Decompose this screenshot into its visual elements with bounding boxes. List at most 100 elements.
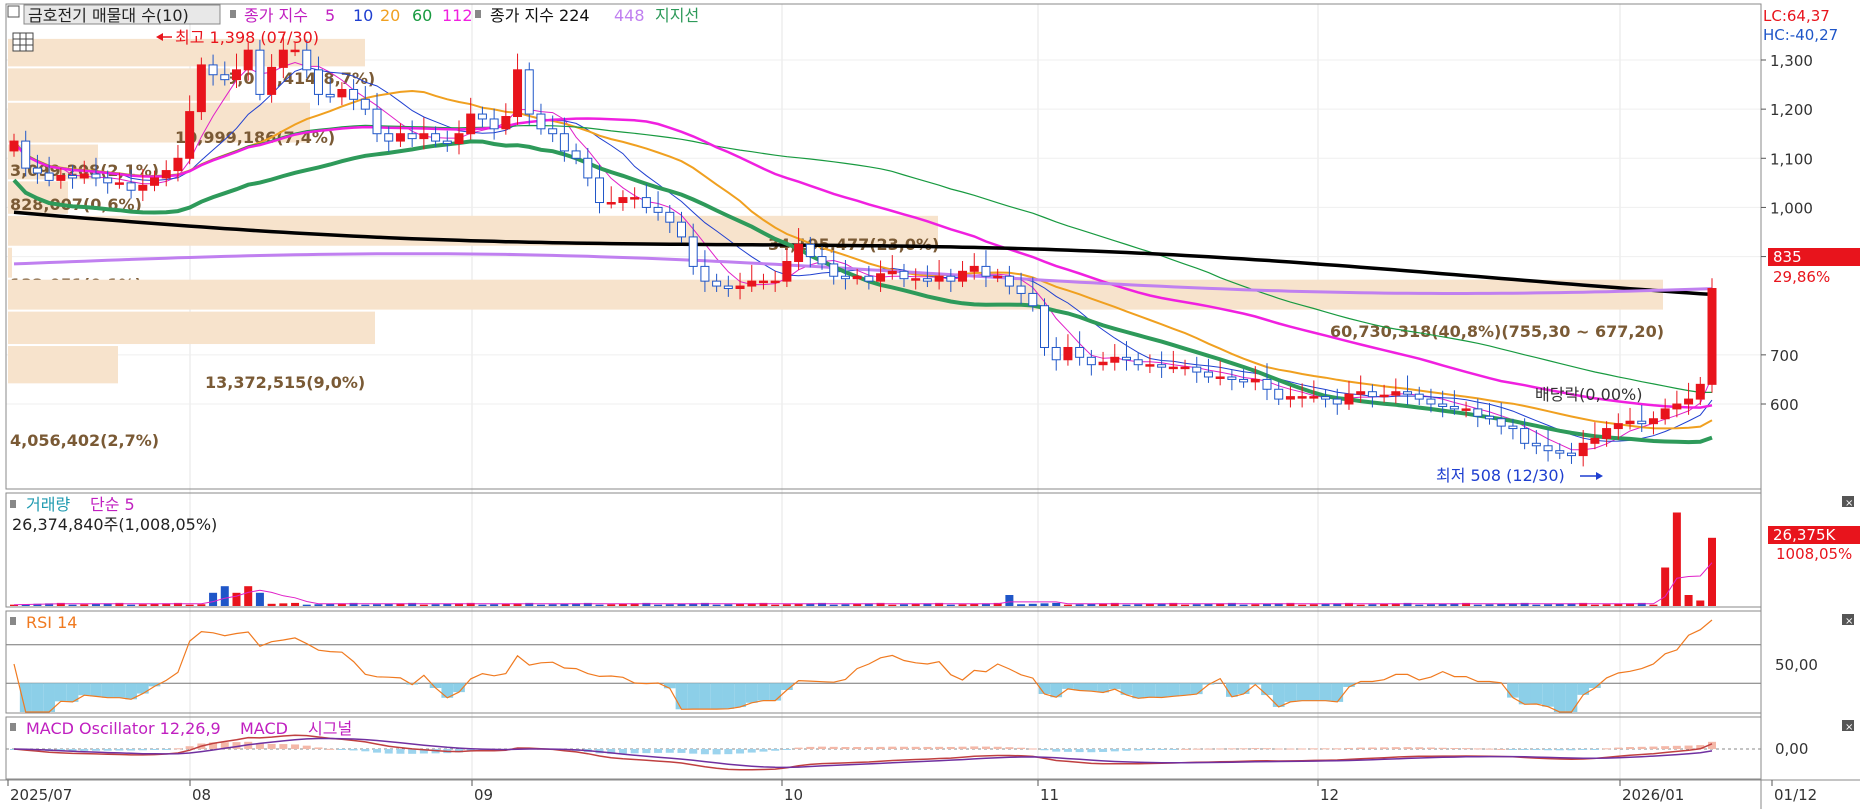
- volume-bar-90: [1063, 604, 1072, 606]
- macd-histogram-bar-119: [1403, 747, 1412, 749]
- macd-histogram-bar-93: [1099, 749, 1108, 752]
- macd-histogram-bar-92: [1087, 749, 1096, 753]
- rsi-oversold-fill-11: [136, 683, 149, 694]
- volume-bar-86: [1017, 604, 1026, 606]
- rsi-oversold-fill-112: [1319, 683, 1332, 701]
- candle-body-120: [1414, 393, 1424, 400]
- candle-body-36: [431, 133, 441, 142]
- rsi-oversold-fill-92: [1085, 683, 1098, 692]
- candle-body-3: [44, 172, 54, 181]
- candle-body-77: [911, 278, 921, 281]
- macd-histogram-bar-8: [103, 749, 112, 751]
- macd-histogram-bar-111: [1309, 748, 1318, 750]
- rsi-oversold-fill-107: [1261, 683, 1273, 696]
- macd-histogram-bar-61: [724, 749, 733, 755]
- candle-body-24: [290, 49, 300, 53]
- macd-histogram-bar-102: [1204, 748, 1213, 750]
- macd-histogram-bar-27: [326, 748, 335, 750]
- macd-histogram-bar-125: [1473, 748, 1482, 750]
- candle-body-20: [243, 49, 253, 71]
- volume-badge-value: 26,375K: [1773, 526, 1836, 544]
- legend-ma10: 10: [353, 6, 373, 25]
- macd-histogram-bar-95: [1122, 749, 1131, 751]
- macd-histogram-bar-132: [1555, 749, 1564, 751]
- candle-body-74: [876, 273, 886, 282]
- macd-histogram-bar-103: [1216, 748, 1225, 750]
- volume-bar-31: [373, 604, 382, 606]
- macd-histogram-bar-89: [1052, 749, 1061, 752]
- volume-label: 거래량: [26, 495, 70, 514]
- volume-bar-145: [1708, 537, 1716, 606]
- macd-histogram-bar-87: [1028, 748, 1037, 750]
- candle-body-34: [407, 133, 417, 140]
- macd-histogram-bar-96: [1134, 749, 1143, 751]
- candle-body-49: [583, 157, 593, 179]
- macd-histogram-bar-135: [1590, 749, 1599, 750]
- data-table-icon[interactable]: [12, 32, 34, 52]
- rsi-oversold-fill-2: [31, 683, 44, 712]
- macd-histogram-bar-130: [1532, 749, 1541, 751]
- macd-histogram-bar-105: [1239, 748, 1248, 750]
- candle-body-9: [114, 182, 124, 185]
- legend-ma448: 448: [614, 6, 645, 25]
- volume-bar-88: [1040, 603, 1049, 606]
- macd-histogram-bar-77: [911, 746, 920, 749]
- volume-bar-11: [138, 604, 147, 606]
- rsi-oversold-fill-109: [1284, 683, 1297, 702]
- macd-histogram-bar-80: [946, 746, 955, 749]
- candle-body-39: [466, 113, 476, 135]
- macd-histogram-bar-109: [1286, 748, 1295, 750]
- candle-body-93: [1098, 361, 1108, 366]
- macd-histogram-bar-117: [1380, 747, 1389, 749]
- rsi-tick: 50,00: [1775, 656, 1818, 674]
- macd-histogram-bar-81: [958, 746, 967, 749]
- candle-body-136: [1602, 428, 1612, 439]
- rsi-oversold-fill-63: [745, 683, 758, 703]
- low-annotation: 최저 508 (12/30): [1436, 466, 1565, 485]
- price-tick-label-6: 600: [1770, 396, 1799, 414]
- candle-body-108: [1274, 388, 1284, 400]
- candle-body-113: [1332, 398, 1342, 405]
- candle-body-143: [1684, 398, 1694, 405]
- candle-body-12: [150, 177, 160, 186]
- candle-body-59: [700, 265, 710, 282]
- macd-histogram-bar-60: [712, 749, 721, 755]
- candle-body-25: [302, 49, 312, 71]
- macd-histogram-bar-26: [314, 747, 323, 749]
- price-tick-label-0: 1,300: [1770, 52, 1813, 70]
- candle-body-26: [313, 69, 323, 95]
- candle-body-133: [1566, 452, 1576, 457]
- candle-body-57: [676, 221, 686, 238]
- macd-histogram-bar-59: [700, 749, 709, 755]
- candle-body-63: [747, 280, 757, 287]
- candle-body-128: [1508, 425, 1518, 430]
- macd-tick: 0,00: [1775, 740, 1808, 758]
- rsi-oversold-fill-105: [1237, 683, 1250, 694]
- legend-marker-icon: [230, 10, 236, 18]
- macd-histogram-bar-101: [1192, 748, 1201, 750]
- candle-body-47: [559, 133, 569, 152]
- candle-body-98: [1157, 364, 1167, 368]
- macd-histogram-bar-62: [736, 749, 745, 754]
- rsi-oversold-fill-7: [90, 683, 102, 697]
- candle-body-114: [1344, 393, 1354, 405]
- candle-body-129: [1520, 428, 1530, 444]
- volume-bar-116: [1368, 604, 1377, 606]
- volume-bar-96: [1134, 604, 1143, 606]
- stock-chart[interactable]: 13,021,414(8,7%)8,422,585(5,7%)10,999,18…: [0, 0, 1860, 809]
- macd-histogram-bar-23: [279, 744, 288, 749]
- macd-histogram-bar-121: [1426, 747, 1435, 749]
- macd-histogram-bar-140: [1649, 746, 1658, 749]
- macd-histogram-bar-58: [689, 749, 698, 754]
- candle-body-79: [934, 275, 944, 282]
- candle-body-21: [255, 49, 265, 95]
- candle-body-31: [372, 108, 382, 135]
- candle-body-10: [126, 182, 136, 191]
- legend-checkbox-icon[interactable]: [7, 5, 20, 18]
- macd-histogram-bar-126: [1485, 748, 1494, 750]
- candle-body-112: [1321, 396, 1331, 400]
- rsi-oversold-fill-89: [1050, 683, 1063, 698]
- macd-histogram-bar-104: [1227, 748, 1236, 750]
- macd-marker-icon: [10, 723, 16, 731]
- macd-histogram-bar-114: [1344, 747, 1353, 749]
